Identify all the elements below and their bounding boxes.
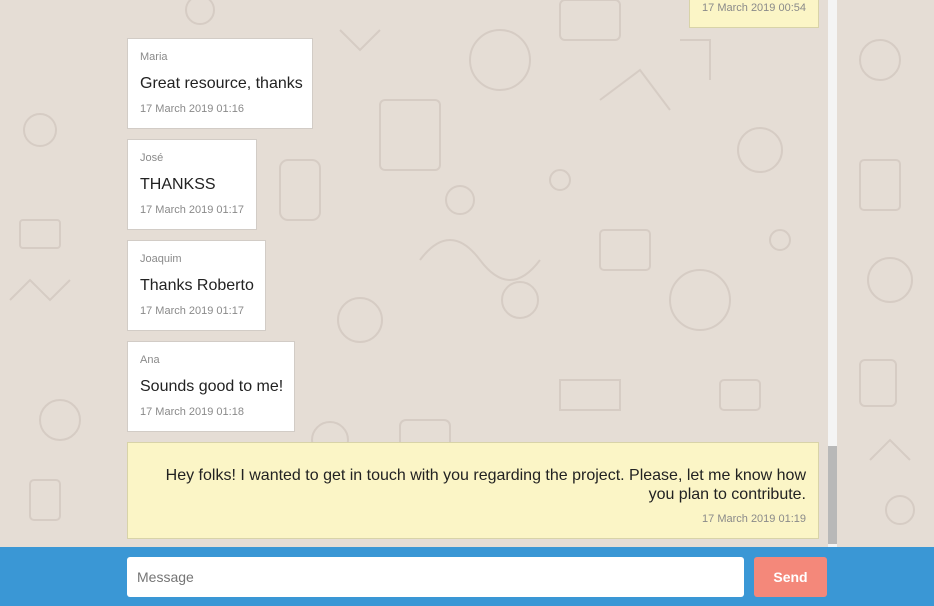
send-button[interactable]: Send	[754, 557, 827, 597]
scrollbar-thumb[interactable]	[828, 446, 837, 544]
own-message-bubble: Hey folks! I wanted to get in touch with…	[127, 442, 819, 539]
message-time: 17 March 2019 00:54	[702, 2, 806, 14]
chat-area[interactable]: 17 March 2019 00:54 Maria Great resource…	[0, 0, 934, 547]
own-message-bubble: 17 March 2019 00:54	[689, 0, 819, 28]
message-time: 17 March 2019 01:17	[140, 305, 244, 317]
message-time: 17 March 2019 01:16	[140, 103, 244, 115]
scrollbar[interactable]	[828, 0, 837, 547]
message-text: Sounds good to me!	[140, 378, 284, 395]
message-bubble: Joaquim Thanks Roberto 17 March 2019 01:…	[127, 240, 266, 331]
message-sender: Maria	[140, 51, 168, 63]
message-text: Hey folks! I wanted to get in touch with…	[165, 467, 806, 503]
message-time: 17 March 2019 01:18	[140, 406, 244, 418]
message-text: Great resource, thanks	[140, 75, 303, 92]
message-sender: Ana	[140, 354, 160, 366]
message-text: THANKSS	[140, 176, 216, 193]
message-time: 17 March 2019 01:19	[702, 513, 806, 525]
message-sender: Joaquim	[140, 253, 182, 265]
message-text: Thanks Roberto	[140, 277, 254, 294]
message-sender: José	[140, 152, 164, 164]
message-bubble: Ana Sounds good to me! 17 March 2019 01:…	[127, 341, 295, 432]
composer-bar: Send	[0, 547, 934, 606]
message-input[interactable]	[127, 557, 744, 597]
message-bubble: José THANKSS 17 March 2019 01:17	[127, 139, 257, 230]
message-time: 17 March 2019 01:17	[140, 204, 244, 216]
message-bubble: Maria Great resource, thanks 17 March 20…	[127, 38, 313, 129]
